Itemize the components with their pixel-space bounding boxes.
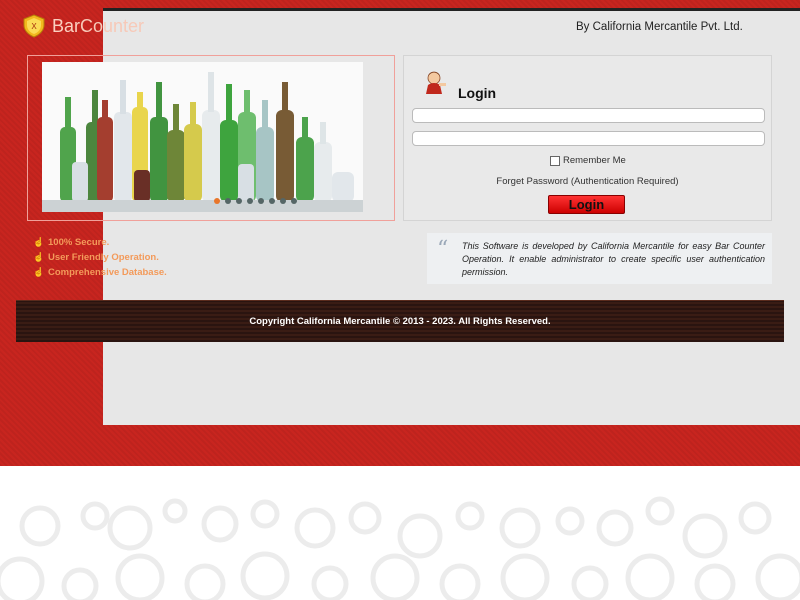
- slider-dot[interactable]: [280, 198, 286, 204]
- remember-me-checkbox[interactable]: [550, 155, 560, 166]
- feature-item: ☝ User Friendly Operation.: [33, 250, 167, 265]
- feature-item: ☝ Comprehensive Database.: [33, 265, 167, 280]
- svg-text:X: X: [31, 22, 37, 31]
- login-title: Login: [458, 85, 497, 101]
- app-title: BarCounter: [52, 15, 145, 36]
- footer-bar: Copyright California Mercantile © 2013 -…: [16, 300, 784, 342]
- slider-dot[interactable]: [258, 198, 264, 204]
- shield-logo-icon: X: [23, 14, 45, 38]
- feature-label: User Friendly Operation.: [48, 252, 159, 263]
- bottles-illustration: [42, 62, 363, 212]
- app-logo[interactable]: X BarCounter: [22, 13, 144, 39]
- background-pattern: [0, 466, 800, 600]
- slider-dot[interactable]: [225, 198, 231, 204]
- remember-me[interactable]: Remember Me: [550, 155, 626, 166]
- remember-me-label: Remember Me: [563, 155, 626, 166]
- forgot-password-link[interactable]: Forget Password (Authentication Required…: [404, 176, 771, 187]
- feature-label: Comprehensive Database.: [48, 267, 167, 278]
- login-button[interactable]: Login: [548, 195, 625, 214]
- password-input[interactable]: [412, 131, 765, 146]
- slider-dot[interactable]: [236, 198, 242, 204]
- hand-pointer-icon: ☝: [33, 252, 45, 262]
- slider-dot[interactable]: [291, 198, 297, 204]
- slider-dot[interactable]: [269, 198, 275, 204]
- company-byline: By California Mercantile Pvt. Ltd.: [576, 21, 743, 33]
- username-input[interactable]: [412, 108, 765, 123]
- quote-icon: “: [437, 237, 449, 262]
- quote-text: This Software is developed by California…: [462, 241, 765, 277]
- bottles-image: [42, 62, 363, 212]
- login-panel: Login Remember Me Forget Password (Authe…: [403, 55, 772, 221]
- image-slider: [27, 55, 395, 221]
- feature-list: ☝ 100% Secure. ☝ User Friendly Operation. …: [33, 235, 167, 280]
- hand-pointer-icon: ☝: [33, 237, 45, 247]
- feature-item: ☝ 100% Secure.: [33, 235, 167, 250]
- hand-pointer-icon: ☝: [33, 267, 45, 277]
- slider-dot[interactable]: [214, 198, 220, 204]
- circle-pattern: [0, 496, 800, 600]
- feature-label: 100% Secure.: [48, 237, 110, 248]
- slider-dots: [214, 198, 297, 204]
- slider-dot[interactable]: [247, 198, 253, 204]
- description-quote: “ This Software is developed by Californ…: [427, 233, 772, 284]
- user-avatar-icon: [426, 71, 446, 94]
